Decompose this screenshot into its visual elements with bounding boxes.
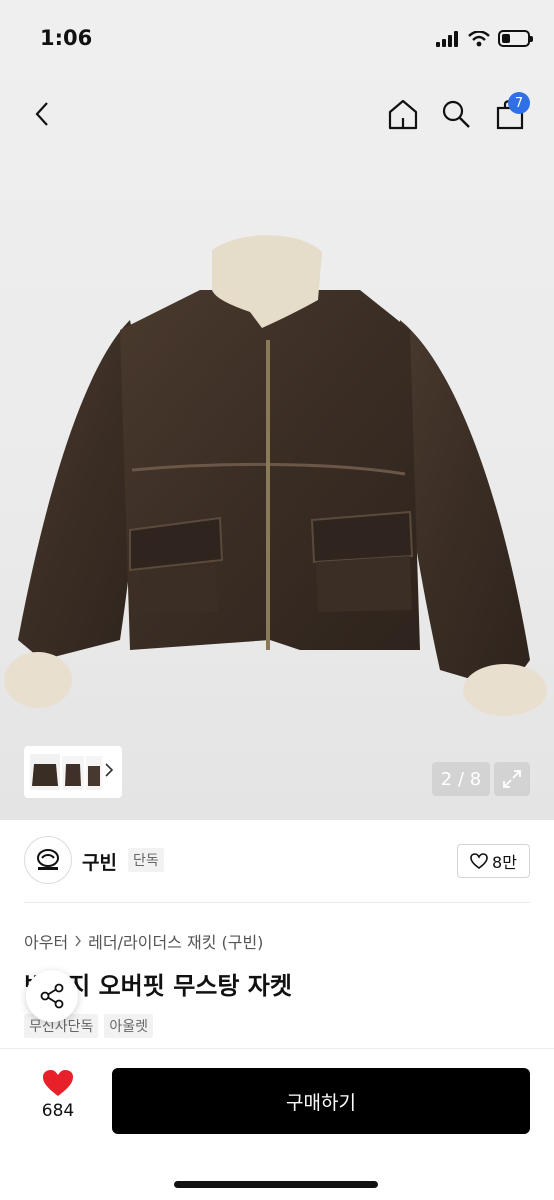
exclusive-tag: 단독: [128, 848, 164, 872]
home-button[interactable]: [381, 92, 425, 136]
brand-logo-mark: [37, 849, 59, 870]
product-like-count: 684: [41, 1101, 75, 1121]
thumbnail-images: [30, 754, 102, 790]
search-icon: [442, 100, 470, 128]
heart-outline-icon: [470, 853, 488, 869]
product-image[interactable]: [0, 230, 554, 730]
breadcrumb-category[interactable]: 아우터: [24, 929, 68, 953]
status-icons: [436, 30, 533, 47]
brand-row: 구빈 단독 8만: [24, 836, 530, 886]
brand-logo[interactable]: [24, 836, 72, 884]
brand-name[interactable]: 구빈: [82, 848, 117, 875]
brand-like-button[interactable]: 8만: [457, 844, 530, 878]
status-bar: 1:06: [0, 0, 554, 80]
battery-icon: [498, 30, 533, 47]
chevron-right-icon: [75, 935, 82, 947]
cart-count-badge: 7: [508, 92, 530, 114]
tag-outlet: 아울렛: [104, 1014, 154, 1038]
image-counter: 2 / 8: [432, 762, 490, 796]
expand-icon: [503, 770, 521, 788]
product-like-button[interactable]: 684: [24, 1069, 92, 1133]
buy-button[interactable]: 구매하기: [112, 1068, 530, 1134]
wifi-icon: [468, 30, 490, 46]
share-icon: [40, 983, 64, 1009]
chevron-right-icon: [105, 763, 114, 777]
chevron-left-icon: [35, 102, 48, 126]
home-indicator: [174, 1181, 378, 1188]
signal-icon: [436, 30, 458, 47]
breadcrumb: 아우터 레더/라이더스 재킷 (구빈): [24, 929, 263, 953]
brand-like-count: 8만: [492, 853, 517, 872]
back-button[interactable]: [20, 92, 64, 136]
jacket-illustration: [4, 235, 547, 716]
status-time: 1:06: [40, 26, 93, 50]
cart-button[interactable]: 7: [488, 92, 532, 136]
thumbnail-strip[interactable]: [24, 746, 122, 798]
search-button[interactable]: [434, 92, 478, 136]
heart-filled-icon: [43, 1070, 73, 1096]
home-icon: [388, 99, 418, 130]
top-nav: 7: [0, 80, 554, 146]
bottom-action-bar: 684 구매하기: [0, 1048, 554, 1200]
divider: [24, 902, 530, 903]
fullscreen-button[interactable]: [494, 762, 530, 796]
share-button[interactable]: [26, 970, 78, 1022]
breadcrumb-subcategory[interactable]: 레더/라이더스 재킷 (구빈): [88, 929, 263, 953]
